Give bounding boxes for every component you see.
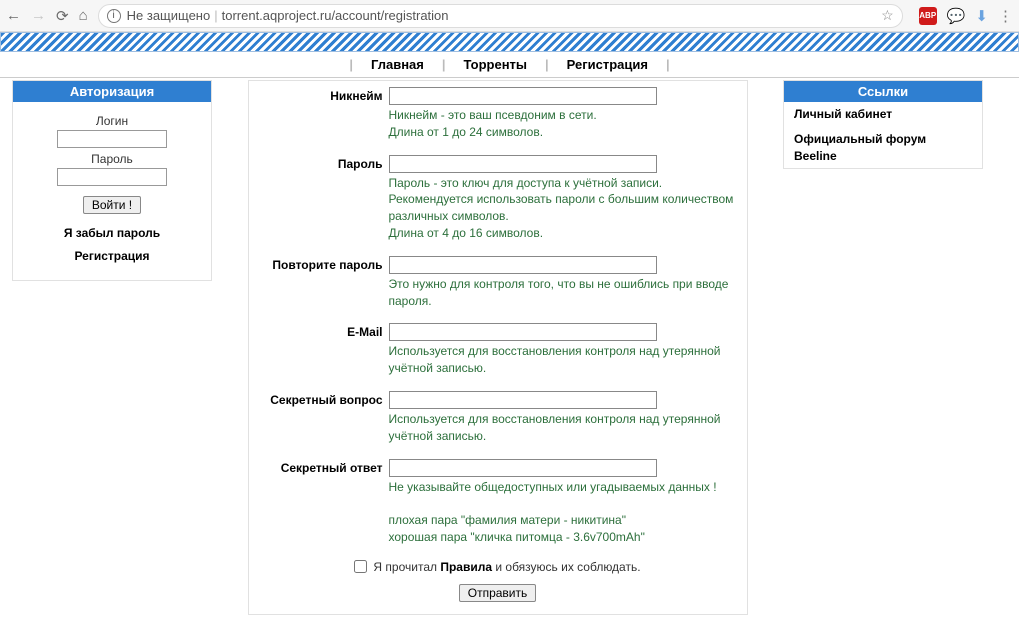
password-input[interactable] — [57, 168, 167, 186]
pass2-hint: Это нужно для контроля того, что вы не о… — [389, 276, 737, 310]
login-label: Логин — [21, 114, 203, 128]
answer-input[interactable] — [389, 459, 657, 477]
agree-checkbox[interactable] — [354, 560, 367, 573]
menu-item-home[interactable]: Главная — [371, 57, 424, 72]
back-icon[interactable]: ← — [6, 7, 21, 25]
insecure-label: Не защищено — [127, 8, 211, 23]
pass-input[interactable] — [389, 155, 657, 173]
register-link[interactable]: Регистрация — [21, 245, 203, 268]
extension-icon[interactable]: 💬 — [947, 7, 966, 25]
email-input[interactable] — [389, 323, 657, 341]
nick-label: Никнейм — [259, 87, 389, 103]
main-menu: | Главная | Торренты | Регистрация | — [0, 52, 1019, 78]
header-stripes — [0, 32, 1019, 52]
pass-hint: Пароль - это ключ для доступа к учётной … — [389, 175, 737, 242]
links-title: Ссылки — [784, 81, 982, 102]
bookmark-star-icon[interactable]: ☆ — [881, 7, 894, 24]
menu-separator: | — [545, 57, 549, 72]
email-hint: Используется для восстановления контроля… — [389, 343, 737, 377]
answer-label: Секретный ответ — [259, 459, 389, 475]
registration-form: Никнейм Никнейм - это ваш псевдоним в се… — [248, 80, 748, 615]
links-item-cabinet[interactable]: Личный кабинет — [784, 102, 982, 127]
menu-dots-icon[interactable]: ⋮ — [998, 7, 1013, 25]
menu-item-register[interactable]: Регистрация — [567, 57, 648, 72]
address-bar[interactable]: i Не защищено | torrent.aqproject.ru/acc… — [98, 4, 903, 28]
auth-box: Авторизация Логин Пароль Войти ! Я забыл… — [12, 80, 212, 281]
email-label: E-Mail — [259, 323, 389, 339]
pass2-label: Повторите пароль — [259, 256, 389, 272]
url-text: torrent.aqproject.ru/account/registratio… — [222, 8, 449, 23]
question-input[interactable] — [389, 391, 657, 409]
question-label: Секретный вопрос — [259, 391, 389, 407]
links-box: Ссылки Личный кабинет Официальный форум … — [783, 80, 983, 169]
rules-link[interactable]: Правила — [440, 560, 492, 574]
auth-title: Авторизация — [13, 81, 211, 102]
password-label: Пароль — [21, 152, 203, 166]
login-button[interactable]: Войти ! — [83, 196, 141, 214]
forgot-password-link[interactable]: Я забыл пароль — [21, 222, 203, 245]
links-item-forum[interactable]: Официальный форум Beeline — [784, 127, 982, 169]
submit-button[interactable]: Отправить — [459, 584, 537, 602]
browser-toolbar: ← → ⟳ ⌂ i Не защищено | torrent.aqprojec… — [0, 0, 1019, 32]
login-input[interactable] — [57, 130, 167, 148]
home-icon[interactable]: ⌂ — [79, 7, 88, 25]
agree-pre: Я прочитал — [373, 560, 440, 574]
reload-icon[interactable]: ⟳ — [56, 7, 69, 25]
abp-icon[interactable]: ABP — [919, 7, 937, 25]
pass2-input[interactable] — [389, 256, 657, 274]
menu-separator: | — [442, 57, 446, 72]
info-icon[interactable]: i — [107, 9, 121, 23]
forward-icon[interactable]: → — [31, 7, 46, 25]
agree-post: и обязуюсь их соблюдать. — [492, 560, 641, 574]
nick-input[interactable] — [389, 87, 657, 105]
menu-separator: | — [666, 57, 670, 72]
nick-hint: Никнейм - это ваш псевдоним в сети. Длин… — [389, 107, 737, 141]
download-icon[interactable]: ⬇ — [975, 7, 988, 25]
question-hint: Используется для восстановления контроля… — [389, 411, 737, 445]
url-separator: | — [214, 8, 217, 23]
pass-label: Пароль — [259, 155, 389, 171]
menu-item-torrents[interactable]: Торренты — [464, 57, 528, 72]
menu-separator: | — [349, 57, 353, 72]
answer-hint: Не указывайте общедоступных или угадывае… — [389, 479, 737, 546]
